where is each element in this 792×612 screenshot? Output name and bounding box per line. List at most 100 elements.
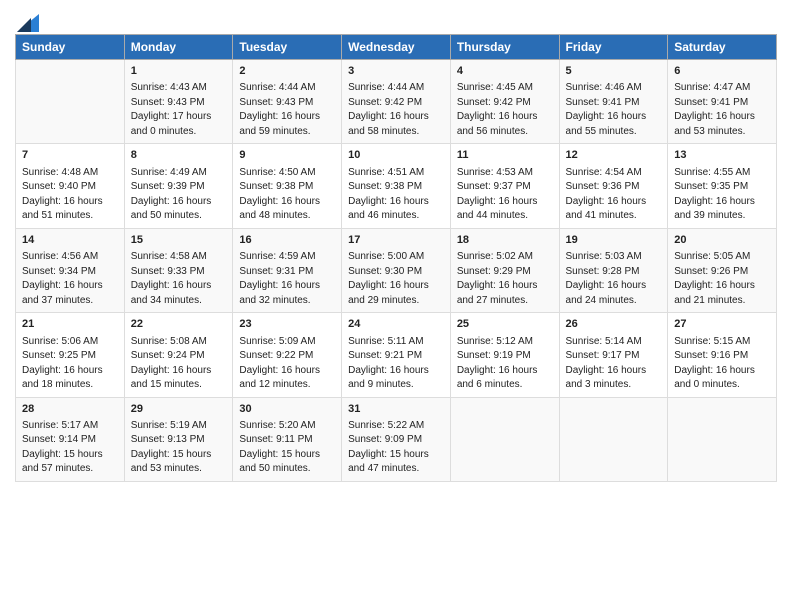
calendar-cell: 16Sunrise: 4:59 AM Sunset: 9:31 PM Dayli… (233, 228, 342, 312)
day-content: Sunrise: 4:50 AM Sunset: 9:38 PM Dayligh… (239, 166, 335, 224)
calendar-cell: 3 Sunrise: 4:44 AM Sunset: 9:42 PM Daylig… (342, 60, 451, 144)
calendar-cell: 28Sunrise: 5:17 AM Sunset: 9:14 PM Dayli… (16, 397, 125, 481)
day-number: 23 (239, 317, 335, 332)
day-number: 30 (239, 402, 335, 417)
day-content: Sunrise: 4:58 AM Sunset: 9:33 PM Dayligh… (131, 250, 227, 308)
day-number: 29 (131, 402, 227, 417)
day-number: 10 (348, 148, 444, 163)
day-number: 12 (566, 148, 662, 163)
calendar-cell: 26 Sunrise: 5:14 AM Sunset: 9:17 PM Dayli… (559, 313, 668, 397)
calendar-cell: 10 Sunrise: 4:51 AM Sunset: 9:38 PM Dayli… (342, 144, 451, 228)
day-number: 9 (239, 148, 335, 163)
calendar-cell: 15 Sunrise: 4:58 AM Sunset: 9:33 PM Dayli… (124, 228, 233, 312)
calendar-cell: 1 Sunrise: 4:43 AM Sunset: 9:43 PM Daylig… (124, 60, 233, 144)
week-row-1: 1 Sunrise: 4:43 AM Sunset: 9:43 PM Daylig… (16, 60, 777, 144)
day-number: 8 (131, 148, 227, 163)
header-friday: Friday (559, 35, 668, 60)
day-content: Sunrise: 4:43 AM Sunset: 9:43 PM Dayligh… (131, 81, 227, 139)
day-number: 3 (348, 64, 444, 79)
day-number: 26 (566, 317, 662, 332)
calendar-cell: 23 Sunrise: 5:09 AM Sunset: 9:22 PM Dayli… (233, 313, 342, 397)
calendar-cell (16, 60, 125, 144)
day-number: 31 (348, 402, 444, 417)
day-content: Sunrise: 4:46 AM Sunset: 9:41 PM Dayligh… (566, 81, 662, 139)
day-content: Sunrise: 4:44 AM Sunset: 9:42 PM Dayligh… (348, 81, 444, 139)
calendar-cell: 12 Sunrise: 4:54 AM Sunset: 9:36 PM Dayli… (559, 144, 668, 228)
day-number: 4 (457, 64, 553, 79)
day-content: Sunrise: 4:45 AM Sunset: 9:42 PM Dayligh… (457, 81, 553, 139)
header-thursday: Thursday (450, 35, 559, 60)
day-content: Sunrise: 4:54 AM Sunset: 9:36 PM Dayligh… (566, 166, 662, 224)
day-content: Sunrise: 5:09 AM Sunset: 9:22 PM Dayligh… (239, 335, 335, 393)
day-content: Sunrise: 4:51 AM Sunset: 9:38 PM Dayligh… (348, 166, 444, 224)
day-content: Sunrise: 5:08 AM Sunset: 9:24 PM Dayligh… (131, 335, 227, 393)
calendar-cell: 20Sunrise: 5:05 AM Sunset: 9:26 PM Dayli… (668, 228, 777, 312)
day-number: 5 (566, 64, 662, 79)
day-content: Sunrise: 4:49 AM Sunset: 9:39 PM Dayligh… (131, 166, 227, 224)
header-monday: Monday (124, 35, 233, 60)
calendar-cell: 7Sunrise: 4:48 AM Sunset: 9:40 PM Daylig… (16, 144, 125, 228)
calendar-header-row: SundayMondayTuesdayWednesdayThursdayFrid… (16, 35, 777, 60)
calendar-cell (450, 397, 559, 481)
day-number: 17 (348, 233, 444, 248)
day-number: 2 (239, 64, 335, 79)
day-content: Sunrise: 5:15 AM Sunset: 9:16 PM Dayligh… (674, 335, 770, 393)
calendar-cell: 31 Sunrise: 5:22 AM Sunset: 9:09 PM Dayli… (342, 397, 451, 481)
week-row-4: 21Sunrise: 5:06 AM Sunset: 9:25 PM Dayli… (16, 313, 777, 397)
calendar-cell: 29 Sunrise: 5:19 AM Sunset: 9:13 PM Dayli… (124, 397, 233, 481)
calendar-cell: 8 Sunrise: 4:49 AM Sunset: 9:39 PM Daylig… (124, 144, 233, 228)
calendar-cell: 18 Sunrise: 5:02 AM Sunset: 9:29 PM Dayli… (450, 228, 559, 312)
day-content: Sunrise: 5:22 AM Sunset: 9:09 PM Dayligh… (348, 419, 444, 477)
day-number: 27 (674, 317, 770, 332)
header-tuesday: Tuesday (233, 35, 342, 60)
calendar-cell: 13Sunrise: 4:55 AM Sunset: 9:35 PM Dayli… (668, 144, 777, 228)
day-number: 7 (22, 148, 118, 163)
calendar-table: SundayMondayTuesdayWednesdayThursdayFrid… (15, 34, 777, 482)
day-content: Sunrise: 4:56 AM Sunset: 9:34 PM Dayligh… (22, 250, 118, 308)
calendar-cell: 5 Sunrise: 4:46 AM Sunset: 9:41 PM Daylig… (559, 60, 668, 144)
day-content: Sunrise: 5:14 AM Sunset: 9:17 PM Dayligh… (566, 335, 662, 393)
page-header (15, 10, 777, 28)
day-number: 25 (457, 317, 553, 332)
calendar-cell (668, 397, 777, 481)
day-number: 18 (457, 233, 553, 248)
calendar-cell: 6 Sunrise: 4:47 AM Sunset: 9:41 PM Daylig… (668, 60, 777, 144)
header-wednesday: Wednesday (342, 35, 451, 60)
day-content: Sunrise: 5:05 AM Sunset: 9:26 PM Dayligh… (674, 250, 770, 308)
calendar-cell: 11 Sunrise: 4:53 AM Sunset: 9:37 PM Dayli… (450, 144, 559, 228)
calendar-cell (559, 397, 668, 481)
day-number: 15 (131, 233, 227, 248)
day-content: Sunrise: 4:47 AM Sunset: 9:41 PM Dayligh… (674, 81, 770, 139)
calendar-cell: 22Sunrise: 5:08 AM Sunset: 9:24 PM Dayli… (124, 313, 233, 397)
day-content: Sunrise: 5:12 AM Sunset: 9:19 PM Dayligh… (457, 335, 553, 393)
day-content: Sunrise: 5:02 AM Sunset: 9:29 PM Dayligh… (457, 250, 553, 308)
day-content: Sunrise: 4:59 AM Sunset: 9:31 PM Dayligh… (239, 250, 335, 308)
calendar-cell: 21Sunrise: 5:06 AM Sunset: 9:25 PM Dayli… (16, 313, 125, 397)
day-number: 11 (457, 148, 553, 163)
day-content: Sunrise: 5:17 AM Sunset: 9:14 PM Dayligh… (22, 419, 118, 477)
day-content: Sunrise: 4:53 AM Sunset: 9:37 PM Dayligh… (457, 166, 553, 224)
day-number: 19 (566, 233, 662, 248)
day-content: Sunrise: 5:06 AM Sunset: 9:25 PM Dayligh… (22, 335, 118, 393)
day-content: Sunrise: 4:44 AM Sunset: 9:43 PM Dayligh… (239, 81, 335, 139)
calendar-cell: 2 Sunrise: 4:44 AM Sunset: 9:43 PM Daylig… (233, 60, 342, 144)
day-content: Sunrise: 5:20 AM Sunset: 9:11 PM Dayligh… (239, 419, 335, 477)
day-content: Sunrise: 5:19 AM Sunset: 9:13 PM Dayligh… (131, 419, 227, 477)
calendar-cell: 19 Sunrise: 5:03 AM Sunset: 9:28 PM Dayli… (559, 228, 668, 312)
week-row-5: 28Sunrise: 5:17 AM Sunset: 9:14 PM Dayli… (16, 397, 777, 481)
header-saturday: Saturday (668, 35, 777, 60)
logo-icon (17, 14, 39, 32)
calendar-cell: 17Sunrise: 5:00 AM Sunset: 9:30 PM Dayli… (342, 228, 451, 312)
calendar-cell: 27 Sunrise: 5:15 AM Sunset: 9:16 PM Dayli… (668, 313, 777, 397)
calendar-cell: 30 Sunrise: 5:20 AM Sunset: 9:11 PM Dayli… (233, 397, 342, 481)
day-number: 6 (674, 64, 770, 79)
calendar-cell: 4 Sunrise: 4:45 AM Sunset: 9:42 PM Daylig… (450, 60, 559, 144)
calendar-cell: 14 Sunrise: 4:56 AM Sunset: 9:34 PM Dayli… (16, 228, 125, 312)
header-sunday: Sunday (16, 35, 125, 60)
day-content: Sunrise: 5:03 AM Sunset: 9:28 PM Dayligh… (566, 250, 662, 308)
day-number: 1 (131, 64, 227, 79)
day-number: 24 (348, 317, 444, 332)
calendar-cell: 25 Sunrise: 5:12 AM Sunset: 9:19 PM Dayli… (450, 313, 559, 397)
day-number: 14 (22, 233, 118, 248)
day-content: Sunrise: 4:55 AM Sunset: 9:35 PM Dayligh… (674, 166, 770, 224)
